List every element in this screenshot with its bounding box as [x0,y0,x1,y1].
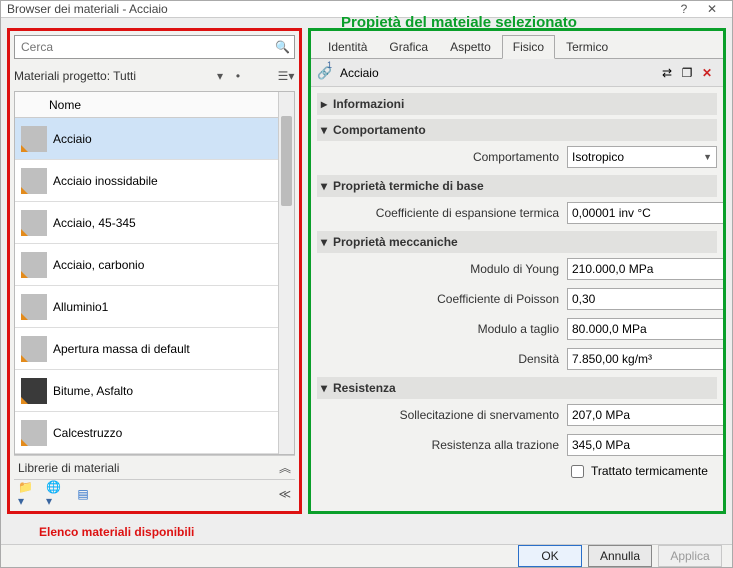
input-trazione[interactable] [567,434,723,456]
chevron-right-icon: ▸ [321,97,333,111]
expand-libraries-icon[interactable]: ︽ [279,462,291,474]
input-snervamento[interactable] [567,404,723,426]
materials-list-pane: 🔍 Materiali progetto: Tutti ▾ • ☰▾ Nome … [7,28,302,514]
material-name: Alluminio1 [53,300,108,314]
input-coeff-espansione[interactable] [567,202,723,224]
cancel-button[interactable]: Annulla [588,545,652,567]
label-modulo-taglio: Modulo a taglio [317,322,567,336]
label-modulo-young: Modulo di Young [317,262,567,276]
material-name: Acciaio [53,132,92,146]
link-icon[interactable]: 🔗1 [317,66,332,80]
library-cloud-icon[interactable]: 🌐▾ [46,485,64,503]
replace-asset-icon[interactable]: ⇄ [657,66,677,80]
material-name-header: Acciaio [340,66,657,80]
search-input[interactable] [19,39,275,55]
annotation-materials-list: Elenco materiali disponibili [39,525,194,539]
tab-grafica[interactable]: Grafica [378,35,439,58]
group-termiche-base[interactable]: ▾Proprietà termiche di base [317,175,717,197]
property-tabs: IdentitàGraficaAspettoFisicoTermico [311,31,723,59]
material-row[interactable]: Acciaio, carbonio [15,244,278,286]
material-name: Bitume, Asfalto [53,384,133,398]
material-swatch [21,378,47,404]
delete-asset-icon[interactable]: ✕ [697,66,717,80]
ok-button[interactable]: OK [518,545,582,567]
material-swatch [21,420,47,446]
material-swatch [21,294,47,320]
library-open-icon[interactable]: 📁▾ [18,485,36,503]
material-swatch [21,252,47,278]
close-button[interactable]: ✕ [698,2,726,16]
material-row[interactable]: Acciaio, 45-345 [15,202,278,244]
material-swatch [21,336,47,362]
material-row[interactable]: Acciaio inossidabile [15,160,278,202]
tab-identità[interactable]: Identità [317,35,378,58]
material-swatch [21,126,47,152]
chevron-down-icon: ▾ [321,179,333,193]
label-snervamento: Sollecitazione di snervamento [317,408,567,422]
materials-list: Nome Acciaio Acciaio inossidabile Acciaio,… [15,92,278,454]
label-comportamento: Comportamento [317,150,567,164]
label-coeff-espansione: Coefficiente di espansione termica [317,206,567,220]
properties-pane: IdentitàGraficaAspettoFisicoTermico 🔗1 A… [308,28,726,514]
label-trattato-termicamente: Trattato termicamente [591,464,708,478]
checkbox-trattato-termicamente[interactable] [571,465,584,478]
material-row[interactable]: Bitume, Asfalto [15,370,278,412]
material-row[interactable]: Acciaio [15,118,278,160]
apply-button: Applica [658,545,722,567]
group-resistenza[interactable]: ▾Resistenza [317,377,717,399]
material-swatch [21,210,47,236]
material-row[interactable]: Calcestruzzo [15,412,278,454]
help-button[interactable]: ? [670,2,698,16]
material-name: Calcestruzzo [53,426,122,440]
tab-aspetto[interactable]: Aspetto [439,35,502,58]
libraries-header[interactable]: Librerie di materiali [18,461,279,475]
input-densita[interactable] [567,348,723,370]
material-row[interactable]: Apertura massa di default [15,328,278,370]
collapse-toolbar-icon[interactable]: ≪ [278,488,291,500]
material-name: Acciaio, 45-345 [53,216,136,230]
material-name: Acciaio, carbonio [53,258,144,272]
search-icon[interactable]: 🔍 [275,40,290,54]
filter-icon[interactable]: ▾ [211,69,229,83]
group-informazioni[interactable]: ▸Informazioni [317,93,717,115]
material-name: Apertura massa di default [53,342,190,356]
group-comportamento[interactable]: ▾Comportamento [317,119,717,141]
chevron-down-icon: ▾ [321,123,333,137]
refresh-icon[interactable]: • [229,69,247,83]
select-comportamento[interactable]: Isotropico▼ [567,146,717,168]
input-modulo-young[interactable] [567,258,723,280]
tab-termico[interactable]: Termico [555,35,619,58]
library-sheet-icon[interactable]: ▤ [74,485,92,503]
project-filter-label[interactable]: Materiali progetto: Tutti [14,69,211,83]
input-poisson[interactable] [567,288,723,310]
group-meccaniche[interactable]: ▾Proprietà meccaniche [317,231,717,253]
scrollbar[interactable] [278,92,294,454]
material-swatch [21,168,47,194]
label-trazione: Resistenza alla trazione [317,438,567,452]
tab-fisico[interactable]: Fisico [502,35,555,59]
duplicate-asset-icon[interactable]: ❐ [677,66,697,80]
chevron-down-icon: ▾ [321,235,333,249]
input-modulo-taglio[interactable] [567,318,723,340]
scrollbar-thumb[interactable] [281,116,292,206]
label-densita: Densità [317,352,567,366]
column-header-name[interactable]: Nome [15,92,278,118]
search-input-container[interactable]: 🔍 [14,35,295,59]
material-row[interactable]: Alluminio1 [15,286,278,328]
material-name: Acciaio inossidabile [53,174,158,188]
chevron-down-icon: ▾ [321,381,333,395]
view-mode-icon[interactable]: ☰▾ [277,69,295,83]
label-poisson: Coefficiente di Poisson [317,292,567,306]
chevron-down-icon: ▼ [703,152,712,162]
